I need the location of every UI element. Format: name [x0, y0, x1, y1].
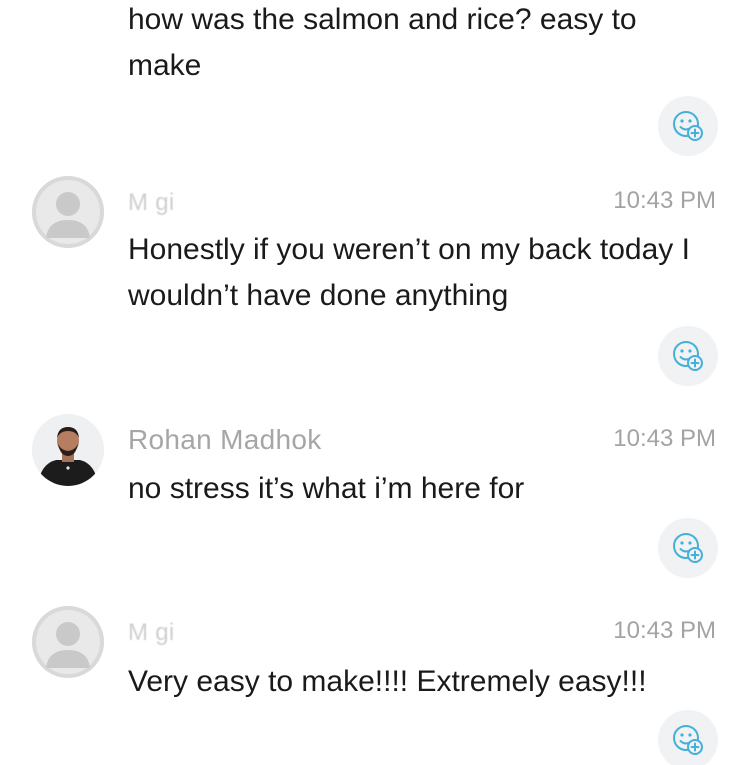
message-timestamp: 10:43 PM	[613, 425, 716, 452]
add-reaction-button[interactable]	[658, 96, 718, 156]
author-name: Rohan Madhok	[128, 424, 322, 455]
message-timestamp: 10:43 PM	[613, 187, 716, 214]
avatar[interactable]	[32, 414, 104, 486]
message-timestamp: 10:43 PM	[613, 617, 716, 644]
add-reaction-button[interactable]	[658, 326, 718, 386]
profile-photo	[32, 414, 104, 486]
message-text: how was the salmon and rice? easy to mak…	[128, 3, 637, 82]
chat-thread: how was the salmon and rice? easy to mak…	[0, 0, 750, 765]
author-name: M gi	[128, 619, 175, 646]
message-text: Honestly if you weren’t on my back today…	[128, 233, 690, 312]
add-reaction-icon	[673, 725, 703, 755]
message-text: no stress it’s what i’m here for	[128, 472, 525, 505]
message-text: Very easy to make!!!! Extremely easy!!!	[128, 665, 647, 698]
add-reaction-icon	[673, 533, 703, 563]
author-name: M gi	[128, 189, 175, 216]
add-reaction-icon	[673, 341, 703, 371]
user-silhouette-icon	[46, 622, 90, 668]
user-silhouette-icon	[46, 192, 90, 238]
add-reaction-button[interactable]	[658, 518, 718, 578]
avatar[interactable]	[32, 176, 104, 248]
add-reaction-button[interactable]	[658, 710, 718, 765]
avatar[interactable]	[32, 606, 104, 678]
add-reaction-icon	[673, 111, 703, 141]
